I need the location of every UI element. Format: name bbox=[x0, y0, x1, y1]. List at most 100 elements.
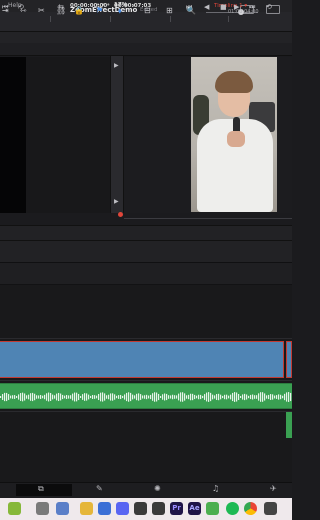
waveform-bar bbox=[216, 394, 218, 400]
page-active-highlight bbox=[16, 484, 72, 496]
waveform-bar bbox=[188, 394, 190, 400]
waveform-bar bbox=[252, 394, 254, 400]
waveform-bar bbox=[224, 394, 226, 400]
waveform-bar bbox=[22, 392, 24, 402]
loop-playback-icon[interactable]: ⟲ bbox=[266, 3, 272, 11]
chrome-icon[interactable] bbox=[244, 502, 257, 515]
search-icon[interactable] bbox=[36, 502, 49, 515]
app2-icon[interactable] bbox=[206, 502, 219, 515]
discord-icon[interactable] bbox=[116, 502, 129, 515]
waveform-bar bbox=[152, 393, 154, 401]
spotify-icon[interactable] bbox=[226, 502, 239, 515]
app-icon[interactable] bbox=[152, 502, 165, 515]
waveform-bar bbox=[86, 393, 88, 401]
waveform-bar bbox=[54, 395, 56, 399]
waveform-bar bbox=[112, 393, 114, 401]
waveform-bar bbox=[156, 392, 158, 402]
waveform-bar bbox=[144, 395, 146, 399]
track-separator bbox=[0, 380, 292, 381]
waveform-bar bbox=[14, 395, 16, 399]
title-bar bbox=[0, 12, 292, 32]
viewer-scrubber[interactable] bbox=[124, 213, 292, 225]
waveform-bar bbox=[200, 394, 202, 400]
waveform-bar bbox=[40, 394, 42, 400]
app3-icon[interactable] bbox=[264, 502, 277, 515]
waveform-bar bbox=[12, 395, 14, 399]
waveform-bar bbox=[264, 393, 266, 401]
waveform-bar bbox=[184, 393, 186, 401]
fairlight-page-icon[interactable]: ♫ bbox=[212, 484, 219, 493]
snap-icon[interactable]: ⇥ bbox=[2, 6, 9, 15]
waveform-bar bbox=[206, 392, 208, 402]
premiere-icon[interactable]: Pr bbox=[170, 502, 183, 515]
waveform-bar bbox=[272, 394, 274, 400]
track-separator bbox=[0, 338, 292, 339]
file-explorer-icon[interactable] bbox=[80, 502, 93, 515]
waveform-bar bbox=[194, 394, 196, 400]
waveform-bar bbox=[146, 394, 148, 400]
waveform-bar bbox=[198, 394, 200, 400]
timeline-toolbar bbox=[0, 241, 292, 263]
transport-bar bbox=[0, 225, 292, 241]
source-viewer[interactable] bbox=[26, 57, 110, 213]
waveform-bar bbox=[132, 394, 134, 400]
edit-page-icon[interactable]: ⧉ bbox=[38, 484, 44, 494]
marker-icon[interactable]: ⬧ bbox=[118, 6, 122, 16]
viewer-playhead[interactable] bbox=[118, 212, 123, 217]
link-icon[interactable]: ⛓ bbox=[56, 6, 66, 15]
out-point-icon: ▶ bbox=[114, 198, 119, 205]
waveform-bar bbox=[28, 394, 30, 400]
waveform-bar bbox=[234, 392, 236, 402]
waveform-bar bbox=[50, 393, 52, 401]
waveform-bar bbox=[116, 395, 118, 399]
waveform-bar bbox=[208, 392, 210, 402]
waveform-bar bbox=[232, 392, 234, 402]
waveform-bar bbox=[136, 393, 138, 401]
task-view-icon[interactable] bbox=[56, 502, 69, 515]
waveform-bar bbox=[18, 394, 20, 400]
after-effects-icon[interactable]: Ae bbox=[188, 502, 201, 515]
waveform-bar bbox=[118, 395, 120, 399]
video-clip[interactable] bbox=[0, 341, 284, 378]
waveform-bar bbox=[42, 395, 44, 399]
waveform-bar bbox=[280, 394, 282, 400]
waveform-bar bbox=[160, 395, 162, 399]
waveform-bar bbox=[140, 394, 142, 400]
razor-icon[interactable]: ✂ bbox=[38, 6, 45, 15]
lock-icon[interactable]: 🔒 bbox=[74, 6, 84, 15]
waveform-bar bbox=[290, 392, 292, 402]
zoom-icon[interactable]: 🔍 bbox=[186, 6, 196, 15]
waveform-bar bbox=[114, 394, 116, 400]
resolve-icon[interactable] bbox=[134, 502, 147, 515]
timeline-ruler[interactable] bbox=[0, 263, 292, 285]
browser-icon[interactable] bbox=[98, 502, 111, 515]
audio-clip[interactable] bbox=[0, 383, 292, 409]
waveform-bar bbox=[34, 393, 36, 401]
waveform-bar bbox=[120, 394, 122, 400]
waveform-bar bbox=[182, 392, 184, 402]
waveform-bar bbox=[238, 394, 240, 400]
waveform-bar bbox=[276, 395, 278, 399]
waveform-bar bbox=[52, 394, 54, 400]
widgets-icon[interactable] bbox=[8, 502, 21, 515]
waveform-bar bbox=[48, 392, 50, 402]
color-page-icon[interactable]: ✺ bbox=[154, 484, 161, 493]
full-extent-icon[interactable]: ⊞ bbox=[166, 6, 173, 15]
waveform-bar bbox=[202, 395, 204, 399]
step-back-icon[interactable]: ◀ bbox=[204, 3, 209, 11]
fusion-page-icon[interactable]: ✎ bbox=[96, 484, 103, 493]
waveform-bar bbox=[70, 395, 72, 399]
video-clip-next[interactable] bbox=[286, 341, 292, 378]
detail-zoom-icon[interactable]: ⊟ bbox=[144, 6, 151, 15]
waveform-bar bbox=[16, 395, 18, 399]
stop-icon[interactable]: ■ bbox=[220, 3, 227, 11]
waveform-bar bbox=[142, 395, 144, 399]
slip-icon[interactable]: ⇿ bbox=[20, 6, 27, 15]
waveform-bar bbox=[218, 393, 220, 401]
flag-icon[interactable]: ⚑ bbox=[96, 6, 103, 15]
track-separator bbox=[0, 411, 292, 412]
deliver-page-icon[interactable]: ✈ bbox=[270, 484, 277, 493]
ruler-tick bbox=[110, 16, 111, 22]
media-pool-strip bbox=[0, 57, 26, 213]
audio-clip-next[interactable] bbox=[286, 412, 292, 438]
